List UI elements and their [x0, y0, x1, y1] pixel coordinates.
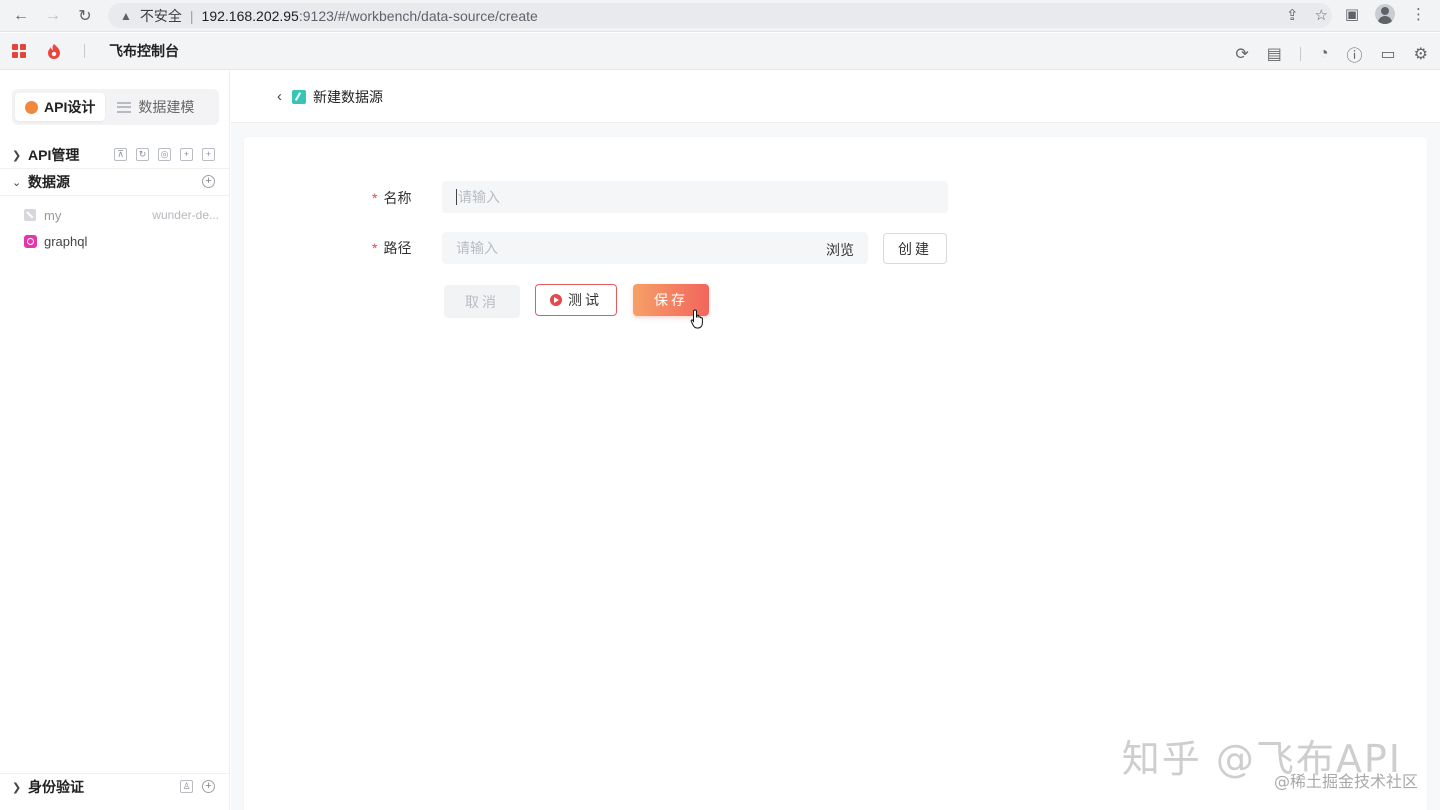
chevron-right-icon: ❯: [12, 149, 22, 162]
section-datasource-label: 数据源: [28, 174, 70, 190]
side-panel-icon[interactable]: ▣: [1345, 5, 1359, 23]
main-content: ‹ 新建数据源 * 名称 请输入 * 路径 请输入 浏览 创建 取消 测试 保存: [231, 71, 1440, 810]
share-icon[interactable]: ⇪: [1286, 6, 1299, 24]
more-menu-icon[interactable]: ⋮: [1411, 5, 1426, 23]
user-icon[interactable]: ♙: [180, 780, 193, 793]
chevron-down-icon: ⌄: [12, 176, 22, 189]
watermark-juejin: @稀土掘金技术社区: [1273, 772, 1418, 791]
refresh-icon[interactable]: ↻: [136, 148, 149, 161]
sidebar-tab-switch: API设计 数据建模: [12, 89, 219, 125]
back-chevron-icon[interactable]: ‹: [277, 88, 282, 105]
feibu-logo-icon: [48, 43, 60, 59]
document-icon[interactable]: ▤: [1267, 44, 1282, 64]
chevron-right-icon: ❯: [12, 781, 22, 794]
new-folder-icon[interactable]: +: [180, 148, 193, 161]
filter-icon[interactable]: ⊼: [114, 148, 127, 161]
address-bar[interactable]: ▲ 不安全 | 192.168.202.95 :9123/#/workbench…: [108, 3, 1332, 28]
message-icon[interactable]: ▭: [1381, 44, 1396, 64]
sync-icon[interactable]: ⟳: [1235, 44, 1248, 64]
new-file-icon[interactable]: +: [202, 148, 215, 161]
tab-data-modeling-label: 数据建模: [138, 99, 195, 115]
tab-data-modeling[interactable]: 数据建模: [107, 93, 204, 121]
browser-toolbar: ← → ↻ ▲ 不安全 | 192.168.202.95 :9123/#/wor…: [0, 0, 1440, 32]
api-design-icon: [25, 100, 38, 114]
test-button[interactable]: 测试: [535, 284, 617, 316]
address-separator: |: [189, 7, 194, 24]
test-button-label: 测试: [568, 292, 602, 308]
sidebar: API设计 数据建模 ❯ API管理 ⊼ ↻ ◎ + + ⌄ 数据源 + my …: [0, 71, 230, 810]
text-caret: [456, 189, 457, 205]
header-right-divider: [1299, 47, 1301, 61]
section-auth-label: 身份验证: [28, 779, 84, 795]
security-label: 不安全: [139, 7, 182, 24]
forward-arrow-icon[interactable]: →: [42, 5, 64, 27]
name-input[interactable]: 请输入: [442, 181, 948, 213]
path-input-placeholder: 请输入: [456, 240, 498, 256]
url-path: :9123/#/workbench/data-source/create: [298, 7, 538, 24]
section-api-management-label: API管理: [28, 147, 80, 163]
required-mark: *: [372, 190, 378, 206]
page-header: ‹ 新建数据源: [231, 71, 1440, 123]
add-datasource-icon[interactable]: +: [202, 175, 215, 188]
list-icon: [117, 101, 132, 113]
graphql-icon: [24, 234, 37, 248]
datasource-name: graphql: [44, 233, 88, 249]
datasource-item-my[interactable]: my wunder-de...: [24, 204, 219, 226]
required-mark: *: [372, 240, 378, 256]
view-icon[interactable]: ◎: [158, 148, 171, 161]
header-divider: [84, 44, 85, 58]
name-label-text: 名称: [383, 190, 412, 206]
bookmark-star-icon[interactable]: ☆: [1315, 6, 1328, 24]
tab-api-design-label: API设计: [44, 99, 96, 115]
profile-avatar-icon[interactable]: [1375, 4, 1395, 24]
section-divider: [0, 195, 229, 196]
name-field-label: * 名称: [372, 188, 411, 208]
github-icon[interactable]: ◔: [1319, 45, 1329, 63]
name-input-placeholder: 请输入: [458, 189, 500, 205]
app-title: 飞布控制台: [109, 43, 179, 59]
settings-gear-icon[interactable]: ⚙: [1414, 44, 1428, 64]
section-auth[interactable]: ❯ 身份验证 ♙ +: [0, 774, 229, 800]
form-card: * 名称 请输入 * 路径 请输入 浏览 创建 取消 测试 保存: [244, 137, 1427, 810]
datasource-item-graphql[interactable]: graphql: [24, 230, 219, 252]
reload-icon[interactable]: ↻: [74, 5, 96, 27]
browse-button[interactable]: 浏览: [826, 240, 854, 260]
datasource-name: my: [44, 207, 62, 223]
path-field-label: * 路径: [372, 238, 411, 258]
apps-grid-icon[interactable]: [12, 44, 26, 58]
warning-icon: ▲: [120, 8, 132, 23]
add-auth-icon[interactable]: +: [202, 780, 215, 793]
section-api-management[interactable]: ❯ API管理 ⊼ ↻ ◎ + +: [0, 142, 229, 168]
help-icon[interactable]: ⓘ: [1347, 42, 1363, 66]
disabled-db-icon: [24, 209, 36, 221]
back-arrow-icon[interactable]: ←: [10, 5, 32, 27]
hand-cursor-icon: [690, 309, 703, 329]
url-host: 192.168.202.95: [201, 7, 299, 24]
cancel-button[interactable]: 取消: [444, 285, 520, 318]
create-button[interactable]: 创建: [883, 233, 947, 264]
edit-page-icon: [292, 89, 306, 104]
app-header: 飞布控制台 ⟳ ▤ ◔ ⓘ ▭ ⚙: [0, 33, 1440, 70]
section-datasource[interactable]: ⌄ 数据源 +: [0, 169, 229, 195]
path-input[interactable]: 请输入 浏览: [442, 232, 868, 264]
play-icon: [550, 294, 562, 306]
page-title: 新建数据源: [313, 88, 383, 105]
path-label-text: 路径: [383, 240, 412, 256]
datasource-subtitle: wunder-de...: [152, 208, 219, 222]
tab-api-design[interactable]: API设计: [15, 93, 106, 121]
